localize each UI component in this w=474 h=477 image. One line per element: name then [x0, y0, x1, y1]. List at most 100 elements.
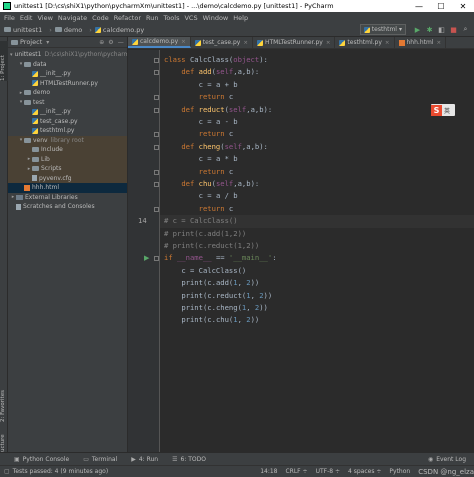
tree-item[interactable]: ▾ data	[8, 60, 127, 70]
code-area[interactable]: class CalcClass(object): def add(self,a,…	[160, 50, 474, 452]
search-icon[interactable]: ⌕	[461, 25, 470, 34]
tree-item[interactable]: testhtml.py	[8, 126, 127, 136]
code-line[interactable]: def chu(self,a,b):	[164, 178, 259, 190]
fold-marker-icon[interactable]	[154, 132, 159, 138]
code-line[interactable]: def add(self,a,b):	[164, 66, 259, 78]
editor-tab[interactable]: HTMLTestRunner.py ×	[253, 37, 336, 48]
menu-edit[interactable]: Edit	[20, 14, 33, 22]
tree-item[interactable]: __init__.py	[8, 107, 127, 117]
menu-run[interactable]: Run	[146, 14, 158, 22]
editor-tab[interactable]: testhtml.py ×	[335, 37, 395, 48]
fold-marker-icon[interactable]	[154, 144, 159, 150]
close-tab-icon[interactable]: ×	[385, 40, 390, 46]
tool-tab-terminal[interactable]: ▭ Terminal	[83, 456, 117, 463]
tree-item[interactable]: ▸ Scripts	[8, 164, 127, 174]
tree-item[interactable]: __init__.py	[8, 69, 127, 79]
chevron-down-icon[interactable]: ▾	[46, 39, 49, 46]
code-line[interactable]: return c	[164, 128, 234, 140]
code-line[interactable]: print(c.chu(1, 2))	[164, 314, 259, 326]
tree-item[interactable]: ▸ External Libraries	[8, 193, 127, 203]
tree-item[interactable]: hhh.html	[8, 183, 127, 193]
editor-tab[interactable]: calcdemo.py ×	[128, 37, 191, 48]
settings-icon[interactable]: ⚙	[108, 39, 113, 46]
menu-tools[interactable]: Tools	[163, 14, 179, 22]
editor-tab[interactable]: test_case.py ×	[191, 37, 253, 48]
line-separator[interactable]: CRLF ÷	[285, 468, 307, 475]
code-line[interactable]: # print(c.reduct(1,2))	[164, 240, 259, 252]
ime-indicator[interactable]: S 英	[431, 104, 455, 116]
menu-file[interactable]: File	[4, 14, 15, 22]
tree-item[interactable]: ▸ demo	[8, 88, 127, 98]
breadcrumb-project[interactable]: unittest1	[4, 26, 42, 34]
code-line[interactable]: return c	[164, 203, 234, 215]
tool-tab-python-console[interactable]: ▣ Python Console	[14, 456, 69, 463]
tool-tab-todo[interactable]: ☰ 6: TODO	[172, 456, 206, 463]
fold-marker-icon[interactable]	[154, 95, 159, 101]
close-tab-icon[interactable]: ×	[243, 40, 248, 46]
code-line[interactable]: c = a - b	[164, 116, 238, 128]
code-line[interactable]: c = a / b	[164, 190, 238, 202]
code-line[interactable]: # print(c.add(1,2))	[164, 228, 246, 240]
menu-help[interactable]: Help	[233, 14, 248, 22]
caret-position[interactable]: 14:18	[260, 468, 277, 475]
locate-icon[interactable]: ⊕	[99, 39, 104, 46]
status-message[interactable]: Tests passed: 4 (9 minutes ago)	[13, 468, 109, 475]
menu-vcs[interactable]: VCS	[184, 14, 197, 22]
favorites-tool-tab[interactable]: 2: Favorites	[0, 377, 8, 422]
tree-item[interactable]: ▾ test	[8, 98, 127, 108]
code-line[interactable]: c = a * b	[164, 153, 238, 165]
file-encoding[interactable]: UTF-8 ÷	[316, 468, 340, 475]
code-line[interactable]: c = CalcClass()	[164, 265, 246, 277]
hide-icon[interactable]: —	[118, 39, 124, 46]
tree-item[interactable]: Include	[8, 145, 127, 155]
menu-refactor[interactable]: Refactor	[114, 14, 141, 22]
fold-marker-icon[interactable]	[154, 169, 159, 175]
code-line[interactable]: print(c.cheng(1, 2))	[164, 302, 268, 314]
close-button[interactable]: ✕	[452, 0, 474, 12]
run-gutter-icon[interactable]: ▶	[144, 254, 149, 262]
fold-marker-icon[interactable]	[154, 256, 159, 262]
project-tool-tab[interactable]: 1: Project	[0, 41, 8, 81]
code-line[interactable]: # c = CalcClass()	[164, 215, 238, 227]
stop-icon[interactable]: ■	[449, 25, 458, 34]
code-line[interactable]: if __name__ == '__main__':	[164, 252, 277, 264]
tree-item[interactable]: ▾ unittest1 D:\cs\shiX1\python\pycharmX	[8, 50, 127, 60]
breadcrumb-file[interactable]: calcdemo.py	[94, 26, 144, 34]
breadcrumb-folder[interactable]: demo	[54, 26, 82, 34]
code-line[interactable]: c = a + b	[164, 79, 238, 91]
tree-item[interactable]: HTMLTestRunner.py	[8, 79, 127, 89]
fold-marker-icon[interactable]	[154, 206, 159, 212]
fold-marker-icon[interactable]	[154, 58, 159, 63]
menu-code[interactable]: Code	[92, 14, 109, 22]
coverage-icon[interactable]: ◧	[437, 25, 446, 34]
maximize-button[interactable]: ☐	[430, 0, 452, 12]
expanded-arrow-icon[interactable]: ▾	[10, 52, 13, 58]
tree-item[interactable]: Scratches and Consoles	[8, 202, 127, 212]
fold-marker-icon[interactable]	[154, 70, 159, 76]
tool-tab-run[interactable]: ▶ 4: Run	[131, 456, 158, 463]
menu-navigate[interactable]: Navigate	[58, 14, 87, 22]
run-icon[interactable]: ▶	[413, 25, 422, 34]
tree-item[interactable]: ▾ venv library root	[8, 135, 127, 145]
minimize-button[interactable]: —	[408, 0, 430, 12]
editor-tab[interactable]: hhh.html ×	[395, 37, 447, 48]
close-tab-icon[interactable]: ×	[181, 39, 186, 45]
code-line[interactable]: def reduct(self,a,b):	[164, 104, 272, 116]
close-tab-icon[interactable]: ×	[326, 40, 331, 46]
tool-window-icon[interactable]: ▢	[4, 468, 10, 475]
indent-setting[interactable]: 4 spaces ÷	[348, 468, 381, 475]
menu-view[interactable]: View	[37, 14, 52, 22]
interpreter-status[interactable]: Python	[389, 468, 410, 475]
fold-marker-icon[interactable]	[154, 107, 159, 113]
menu-window[interactable]: Window	[203, 14, 229, 22]
code-line[interactable]: print(c.reduct(1, 2))	[164, 290, 272, 302]
tree-item[interactable]: test_case.py	[8, 117, 127, 127]
tree-item[interactable]: pyvenv.cfg	[8, 173, 127, 183]
fold-marker-icon[interactable]	[154, 182, 159, 187]
tree-item[interactable]: ▸ Lib	[8, 154, 127, 164]
code-line[interactable]: class CalcClass(object):	[164, 54, 268, 66]
run-configuration-select[interactable]: testhtml ▾	[359, 24, 406, 35]
code-line[interactable]: return c	[164, 91, 234, 103]
code-line[interactable]: return c	[164, 166, 234, 178]
event-log-tab[interactable]: ◉ Event Log	[428, 456, 466, 463]
